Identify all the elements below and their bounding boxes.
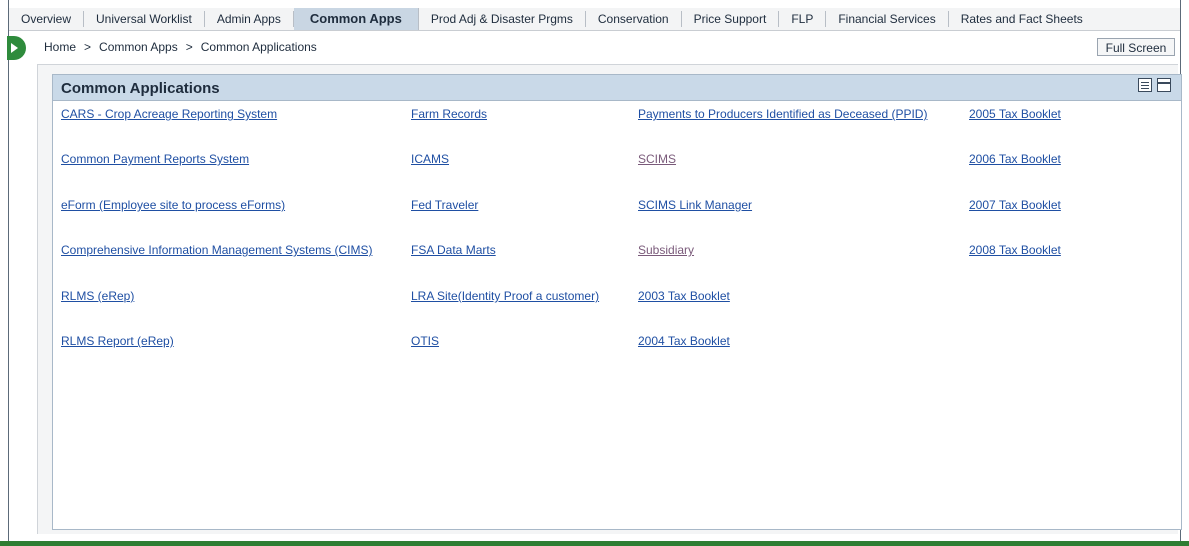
app-link[interactable]: 2004 Tax Booklet: [638, 334, 730, 348]
app-link[interactable]: RLMS (eRep): [61, 289, 134, 303]
breadcrumb-common-apps[interactable]: Common Apps: [99, 40, 178, 54]
common-applications-panel: Common Applications: [52, 74, 1182, 530]
tab-common-apps[interactable]: Common Apps: [293, 8, 419, 30]
app-link[interactable]: Fed Traveler: [411, 198, 478, 212]
full-screen-button[interactable]: Full Screen: [1097, 38, 1175, 56]
top-level-navigation: Overview Universal Worklist Admin Apps Comm…: [9, 8, 1180, 31]
panel-menu-icon[interactable]: [1138, 78, 1152, 92]
breadcrumb-separator: >: [84, 40, 92, 54]
app-link[interactable]: 2007 Tax Booklet: [969, 198, 1061, 212]
app-link[interactable]: 2003 Tax Booklet: [638, 289, 730, 303]
tab-overview[interactable]: Overview: [9, 11, 85, 27]
tab-rates-and-fact-sheets[interactable]: Rates and Fact Sheets: [949, 11, 1095, 27]
app-link[interactable]: Subsidiary: [638, 243, 694, 257]
app-link[interactable]: Payments to Producers Identified as Dece…: [638, 107, 927, 121]
app-link[interactable]: SCIMS Link Manager: [638, 198, 752, 212]
play-arrow-icon: [11, 43, 18, 53]
app-link[interactable]: 2005 Tax Booklet: [969, 107, 1061, 121]
tab-universal-worklist[interactable]: Universal Worklist: [84, 11, 205, 27]
panel-minimize-icon[interactable]: [1157, 78, 1171, 92]
breadcrumb-home[interactable]: Home: [44, 40, 76, 54]
app-link[interactable]: Common Payment Reports System: [61, 152, 249, 166]
tab-financial-services[interactable]: Financial Services: [826, 11, 949, 27]
tab-conservation[interactable]: Conservation: [586, 11, 682, 27]
panel-title: Common Applications: [61, 80, 220, 97]
app-link[interactable]: Comprehensive Information Management Sys…: [61, 243, 372, 257]
tab-flp[interactable]: FLP: [779, 11, 827, 27]
app-link[interactable]: OTIS: [411, 334, 439, 348]
app-link[interactable]: LRA Site(Identity Proof a customer): [411, 289, 599, 303]
app-link[interactable]: SCIMS: [638, 152, 676, 166]
app-link[interactable]: 2008 Tax Booklet: [969, 243, 1061, 257]
tab-admin-apps[interactable]: Admin Apps: [205, 11, 294, 27]
app-link[interactable]: RLMS Report (eRep): [61, 334, 174, 348]
tab-price-support[interactable]: Price Support: [682, 11, 780, 27]
panel-header: Common Applications: [53, 75, 1181, 101]
breadcrumb: Home > Common Apps > Common Applications: [44, 40, 317, 54]
app-link[interactable]: 2006 Tax Booklet: [969, 152, 1061, 166]
tab-prod-adj-disaster-prgms[interactable]: Prod Adj & Disaster Prgms: [419, 11, 586, 27]
app-link[interactable]: ICAMS: [411, 152, 449, 166]
breadcrumb-current-page: Common Applications: [200, 40, 317, 54]
app-link[interactable]: Farm Records: [411, 107, 487, 121]
breadcrumb-separator: >: [185, 40, 193, 54]
status-bar: [0, 541, 1189, 546]
app-link[interactable]: eForm (Employee site to process eForms): [61, 198, 285, 212]
app-link[interactable]: FSA Data Marts: [411, 243, 496, 257]
app-link[interactable]: CARS - Crop Acreage Reporting System: [61, 107, 277, 121]
